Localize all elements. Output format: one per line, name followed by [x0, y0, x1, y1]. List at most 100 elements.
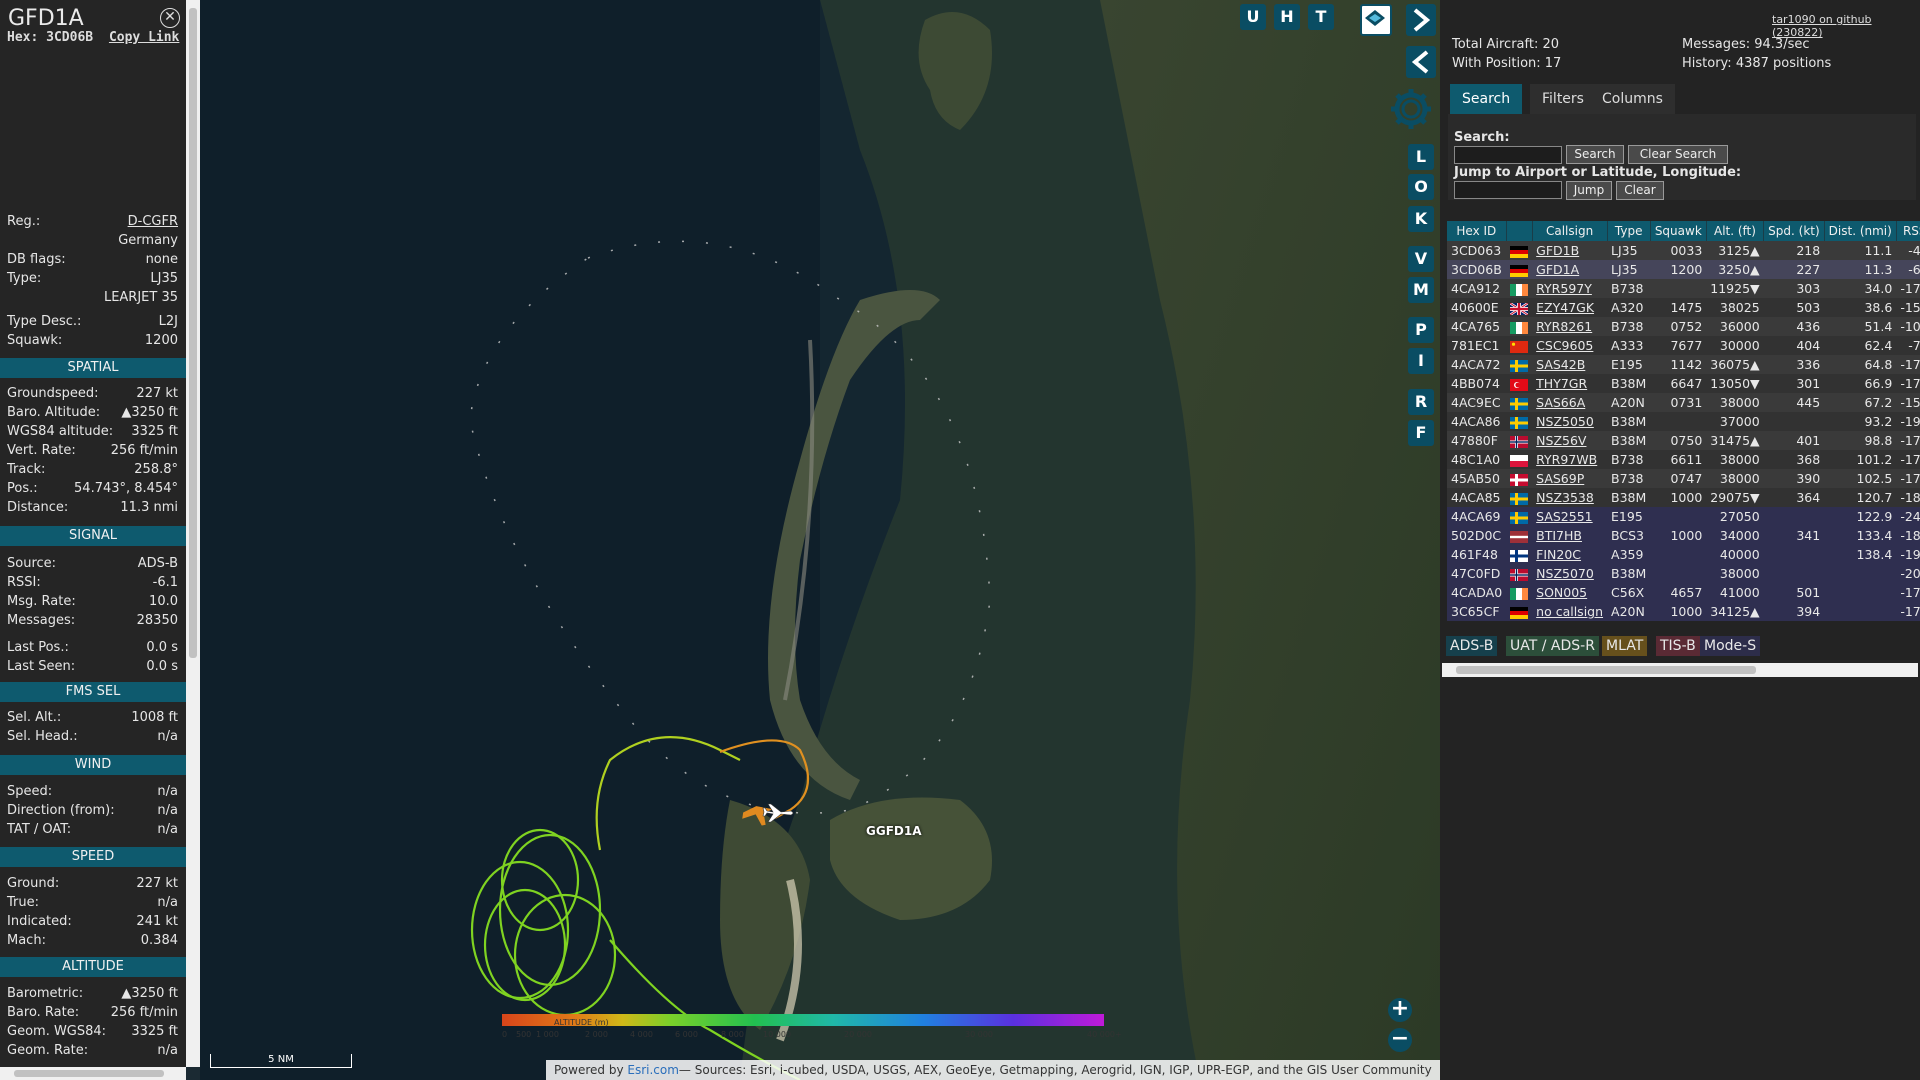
- detail-row: WGS84 altitude: 3325 ft: [7, 424, 178, 441]
- map-button-h[interactable]: H: [1274, 4, 1300, 30]
- left-panel-scroll-thumb[interactable]: [189, 8, 197, 658]
- cell-rssi: -18.9: [1896, 526, 1920, 545]
- cell-callsign[interactable]: BTI7HB: [1532, 526, 1608, 545]
- cell-callsign[interactable]: NSZ3538: [1532, 488, 1608, 507]
- detail-row: Messages: 28350: [7, 613, 178, 630]
- column-header[interactable]: Type: [1607, 221, 1651, 241]
- table-row[interactable]: 3C65CF no callsignA20N100034125▲394 -17.8: [1447, 602, 1920, 621]
- cell-callsign[interactable]: NSZ5070: [1532, 564, 1608, 583]
- table-row[interactable]: 4BB074 THY7GRB38M664713050▼30166.9-17.5: [1447, 374, 1920, 393]
- jump-button[interactable]: Jump: [1566, 181, 1612, 200]
- detail-value: Germany: [118, 233, 178, 248]
- cell-spd: 368: [1763, 450, 1825, 469]
- cell-rssi: -17.9: [1896, 583, 1920, 602]
- cell-callsign[interactable]: SAS2551: [1532, 507, 1608, 526]
- detail-key: Type Desc.:: [7, 314, 82, 329]
- map-button-l[interactable]: L: [1408, 144, 1434, 170]
- cell-callsign[interactable]: THY7GR: [1532, 374, 1608, 393]
- table-row[interactable]: 45AB50 SAS69PB738074738000390102.5-17.1: [1447, 469, 1920, 488]
- flag-icon: [1506, 431, 1533, 450]
- column-header[interactable]: RSSI: [1896, 221, 1920, 241]
- zoom-out-button[interactable]: −: [1388, 1028, 1412, 1052]
- cell-squawk: 1000: [1650, 602, 1707, 621]
- cell-callsign[interactable]: SON005: [1532, 583, 1608, 602]
- cell-callsign[interactable]: RYR97WB: [1532, 450, 1608, 469]
- search-input[interactable]: [1454, 146, 1562, 164]
- table-row[interactable]: 4AC9EC SAS66AA20N07313800044567.2-15.5: [1447, 393, 1920, 412]
- cell-type: E195: [1607, 355, 1651, 374]
- tab-columns[interactable]: Columns: [1590, 84, 1675, 114]
- cell-alt: 36000: [1706, 317, 1764, 336]
- map-button-t[interactable]: T: [1308, 4, 1334, 30]
- table-row[interactable]: 4CA765 RYR8261B73807523600043651.4-10.0: [1447, 317, 1920, 336]
- cell-callsign[interactable]: SAS69P: [1532, 469, 1608, 488]
- github-link[interactable]: tar1090 on github (230822): [1772, 13, 1920, 39]
- copy-link[interactable]: Copy Link: [109, 30, 179, 45]
- detail-value: 258.8°: [134, 462, 178, 477]
- map-button-k[interactable]: K: [1408, 206, 1434, 232]
- map-button-u[interactable]: U: [1240, 4, 1266, 30]
- column-header[interactable]: Spd. (kt): [1763, 221, 1825, 241]
- cell-callsign[interactable]: CSC9605: [1532, 336, 1608, 355]
- zoom-in-button[interactable]: +: [1388, 998, 1412, 1022]
- column-header[interactable]: Dist. (nmi): [1824, 221, 1897, 241]
- cell-callsign[interactable]: NSZ5050: [1532, 412, 1608, 431]
- map-button-f[interactable]: F: [1408, 420, 1434, 446]
- tab-search[interactable]: Search: [1450, 84, 1523, 114]
- column-header[interactable]: Alt. (ft): [1706, 221, 1765, 241]
- map-button-p[interactable]: P: [1408, 317, 1434, 343]
- jump-input[interactable]: [1454, 181, 1562, 199]
- cell-callsign[interactable]: EZY47GK: [1532, 298, 1608, 317]
- table-row[interactable]: 502D0C BTI7HBBCS3100034000341133.4-18.9: [1447, 526, 1920, 545]
- map-button-r[interactable]: R: [1408, 389, 1434, 415]
- gear-icon[interactable]: [1388, 86, 1434, 132]
- cell-callsign[interactable]: RYR597Y: [1532, 279, 1608, 298]
- table-row[interactable]: 781EC1 CSC9605A33376773000040462.4-7.1: [1447, 336, 1920, 355]
- cell-callsign[interactable]: NSZ56V: [1532, 431, 1608, 450]
- map-button-v[interactable]: V: [1408, 246, 1434, 272]
- esri-link[interactable]: Esri.com: [627, 1063, 679, 1077]
- clear-button[interactable]: Clear: [1616, 181, 1664, 200]
- cell-spd: [1763, 545, 1825, 564]
- cell-callsign[interactable]: SAS66A: [1532, 393, 1608, 412]
- cell-callsign[interactable]: RYR8261: [1532, 317, 1608, 336]
- column-header[interactable]: Hex ID: [1447, 221, 1507, 241]
- column-header[interactable]: [1506, 221, 1533, 241]
- table-row[interactable]: 4ACA86 NSZ5050B38M 37000 93.2-19.5: [1447, 412, 1920, 431]
- table-row[interactable]: 4ACA85 NSZ3538B38M100029075▼364120.7-18.7: [1447, 488, 1920, 507]
- map-button-o[interactable]: O: [1408, 174, 1434, 200]
- clear-search-button[interactable]: Clear Search: [1628, 145, 1728, 164]
- layers-icon[interactable]: [1360, 4, 1392, 36]
- table-row[interactable]: 47C0FD NSZ5070B38M 38000 -20.9: [1447, 564, 1920, 583]
- table-row[interactable]: 4CADA0 SON005C56X465741000501 -17.9: [1447, 583, 1920, 602]
- column-header[interactable]: Squawk: [1650, 221, 1707, 241]
- chevron-left-icon[interactable]: [1406, 46, 1436, 78]
- tab-filters[interactable]: Filters: [1530, 84, 1596, 114]
- table-row[interactable]: 47880F NSZ56VB38M075031475▲40198.8-17.1: [1447, 431, 1920, 450]
- map-view[interactable]: U H T L O K V M P I R F GGFD1A ALTITUDE …: [200, 0, 1440, 1080]
- map-button-i[interactable]: I: [1408, 348, 1434, 374]
- close-icon[interactable]: ✕: [160, 8, 180, 28]
- search-button[interactable]: Search: [1566, 145, 1624, 164]
- registration-link[interactable]: D-CGFR: [128, 214, 178, 229]
- left-panel-hscroll-thumb[interactable]: [14, 1070, 164, 1077]
- table-row[interactable]: 461F48 FIN20CA359 40000 138.4-19.1: [1447, 545, 1920, 564]
- table-row[interactable]: 4ACA69 SAS2551E195 27050 122.9-24.6: [1447, 507, 1920, 526]
- column-header[interactable]: Callsign: [1532, 221, 1608, 241]
- table-row[interactable]: 3CD06B GFD1ALJ3512003250▲22711.3-6.1: [1447, 260, 1920, 279]
- table-row[interactable]: 3CD063 GFD1BLJ3500333125▲21811.1-4.0: [1447, 241, 1920, 260]
- detail-key: Mach:: [7, 933, 46, 948]
- table-hscroll-thumb[interactable]: [1456, 666, 1756, 674]
- cell-callsign[interactable]: FIN20C: [1532, 545, 1608, 564]
- cell-callsign[interactable]: no callsign: [1532, 602, 1608, 621]
- table-row[interactable]: 4ACA72 SAS42BE195114236075▲33664.8-17.9: [1447, 355, 1920, 374]
- table-row[interactable]: 48C1A0 RYR97WBB738661138000368101.2-17.8: [1447, 450, 1920, 469]
- cell-callsign[interactable]: GFD1B: [1532, 241, 1608, 260]
- table-row[interactable]: 40600E EZY47GKA32014753802550338.6-15.7: [1447, 298, 1920, 317]
- chevron-right-icon[interactable]: [1406, 4, 1436, 36]
- table-row[interactable]: 4CA912 RYR597YB738 11925▼30334.0-17.2: [1447, 279, 1920, 298]
- cell-callsign[interactable]: GFD1A: [1532, 260, 1608, 279]
- map-button-m[interactable]: M: [1408, 277, 1434, 303]
- cell-callsign[interactable]: SAS42B: [1532, 355, 1608, 374]
- detail-row: Type: LJ35: [7, 271, 178, 288]
